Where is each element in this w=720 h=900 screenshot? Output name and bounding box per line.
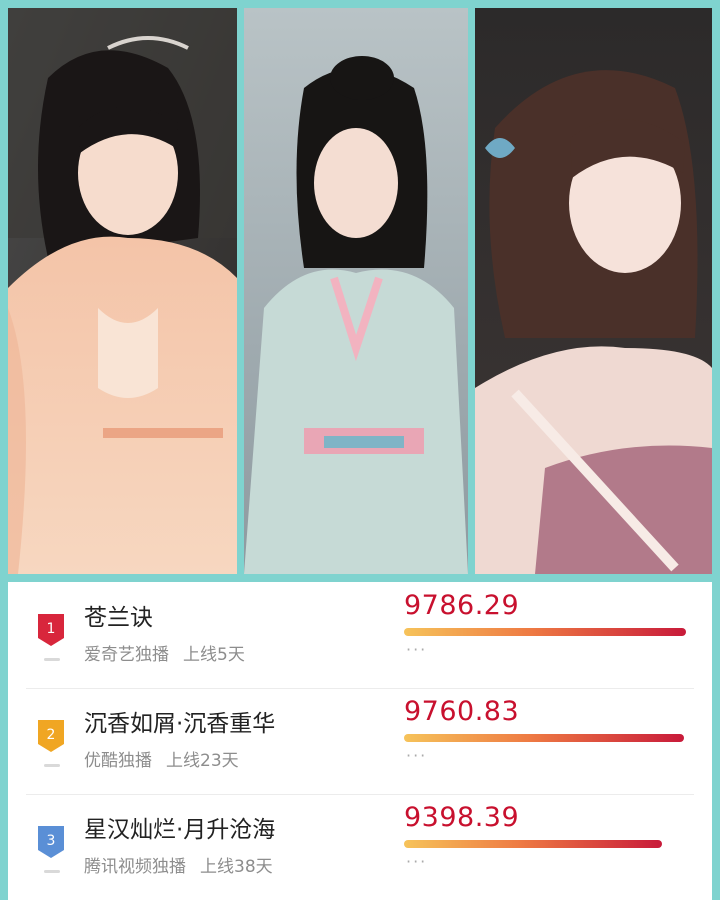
photo-collage (8, 8, 712, 574)
rank-badge-icon: 2 (36, 718, 66, 754)
drama-platform: 爱奇艺独播 (84, 645, 169, 665)
drama-platform: 腾讯视频独播 (84, 857, 186, 877)
drama-platform: 优酷独播 (84, 751, 152, 771)
score-bar (404, 734, 684, 742)
score-bar (404, 840, 662, 848)
rank-badge-icon: 1 (36, 612, 66, 648)
rank-badge-icon: 3 (36, 824, 66, 860)
drama-score: 9786.29 (404, 590, 520, 621)
rank-number: 1 (47, 621, 56, 637)
photo-actress-purple-costume (475, 8, 712, 574)
drama-title[interactable]: 星汉灿烂·月升沧海 (84, 810, 275, 844)
rank-change-dash (44, 764, 60, 767)
rank-change-dash (44, 870, 60, 873)
more-icon[interactable]: ··· (406, 746, 427, 765)
ranking-row[interactable]: 1 苍兰诀 爱奇艺独播 上线5天 9786.29 ··· (8, 582, 712, 688)
drama-score: 9760.83 (404, 696, 520, 727)
drama-title[interactable]: 沉香如屑·沉香重华 (84, 704, 275, 738)
more-icon[interactable]: ··· (406, 640, 427, 659)
drama-online-days: 上线38天 (200, 857, 273, 877)
drama-meta: 腾讯视频独播 上线38天 (84, 852, 273, 877)
drama-title[interactable]: 苍兰诀 (84, 598, 153, 632)
more-icon[interactable]: ··· (406, 852, 427, 871)
rank-number: 2 (47, 727, 56, 743)
drama-meta: 优酷独播 上线23天 (84, 746, 239, 771)
photo-actress-mint-costume (244, 8, 468, 574)
drama-online-days: 上线5天 (183, 645, 245, 665)
score-bar (404, 628, 686, 636)
drama-online-days: 上线23天 (166, 751, 239, 771)
photo-actress-peach-costume (8, 8, 237, 574)
drama-score: 9398.39 (404, 802, 520, 833)
rank-number: 3 (47, 833, 56, 849)
ranking-row[interactable]: 3 星汉灿烂·月升沧海 腾讯视频独播 上线38天 9398.39 ··· (8, 794, 712, 900)
ranking-row[interactable]: 2 沉香如屑·沉香重华 优酷独播 上线23天 9760.83 ··· (8, 688, 712, 794)
rank-change-dash (44, 658, 60, 661)
drama-meta: 爱奇艺独播 上线5天 (84, 640, 245, 665)
drama-ranking-list: 1 苍兰诀 爱奇艺独播 上线5天 9786.29 ··· 2 沉香如屑·沉香重华 … (8, 582, 712, 900)
